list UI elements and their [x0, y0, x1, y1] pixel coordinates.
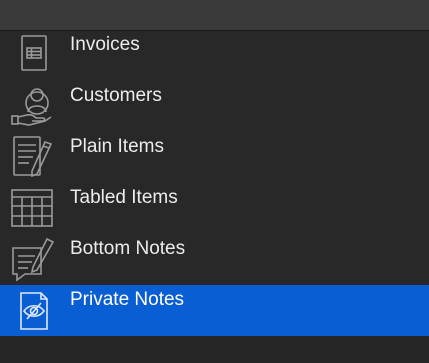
document-pen-icon [7, 134, 59, 180]
sidebar-list: Invoices Customers Plain Items Tabled It… [0, 30, 429, 336]
sidebar-item-label: Customers [70, 85, 162, 106]
sidebar-item-bottom-notes[interactable]: Bottom Notes [0, 234, 429, 285]
sidebar-header-bar [0, 0, 429, 31]
sidebar-item-invoices[interactable]: Invoices [0, 30, 429, 81]
customer-hand-icon [7, 83, 59, 129]
sidebar-item-label: Bottom Notes [70, 238, 186, 259]
sidebar-item-private-notes[interactable]: Private Notes [0, 285, 429, 336]
speech-note-pen-icon [7, 236, 59, 282]
sidebar-item-tabled-items[interactable]: Tabled Items [0, 183, 429, 234]
sidebar-footer [0, 336, 429, 363]
sidebar-item-label: Tabled Items [70, 187, 178, 208]
sidebar-item-plain-items[interactable]: Plain Items [0, 132, 429, 183]
table-grid-icon [7, 185, 59, 231]
sidebar-item-label: Invoices [70, 34, 140, 55]
eye-hidden-note-icon [7, 287, 59, 333]
sidebar-window: Invoices Customers Plain Items Tabled It… [0, 0, 429, 363]
sidebar-item-label: Private Notes [70, 289, 185, 310]
sidebar-item-customers[interactable]: Customers [0, 81, 429, 132]
invoice-icon [7, 32, 59, 78]
sidebar-item-label: Plain Items [70, 136, 164, 157]
